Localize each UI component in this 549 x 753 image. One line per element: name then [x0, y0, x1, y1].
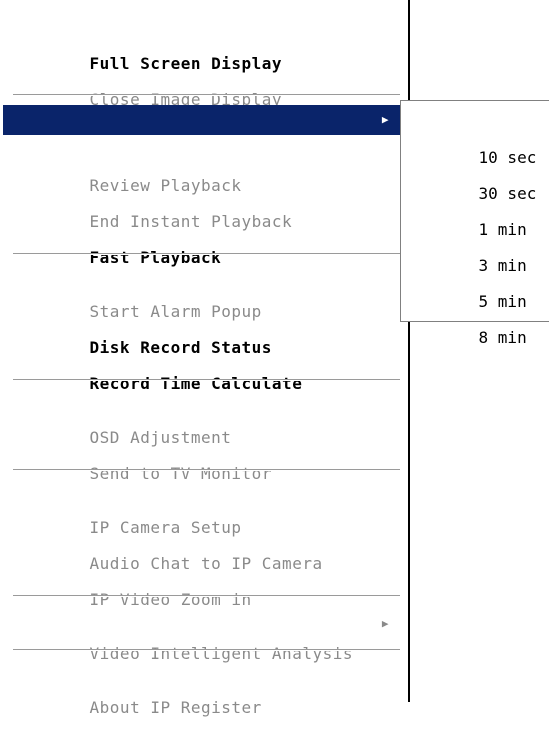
submenu-arrow-icon: ▶ — [381, 617, 389, 630]
menu-item-ip-camera-setup[interactable]: IP Camera Setup — [3, 483, 403, 537]
menu-item-ip-video-zoom-in[interactable]: IP Video Zoom in — [3, 555, 403, 609]
menu-item-fast-playback[interactable]: Fast Playback — [3, 213, 403, 267]
menu-item-label: Send to TV Monitor — [89, 464, 272, 483]
menu-item-label: IP Video Zoom in — [89, 590, 252, 609]
menu-item-disk-record-status[interactable]: Disk Record Status — [3, 303, 403, 357]
menu-separator — [13, 94, 400, 96]
menu-item-instant-playback[interactable]: Instant Playback ▶ — [3, 105, 403, 159]
submenu-item-10-sec[interactable]: 10 sec — [401, 104, 549, 167]
context-menu: Full Screen Display Close Image Display … — [0, 0, 410, 717]
submenu-item-8-min[interactable]: 8 min — [401, 284, 549, 347]
menu-separator — [13, 469, 400, 471]
menu-item-record-time-calculate[interactable]: Record Time Calculate — [3, 339, 403, 393]
menu-item-video-intelligent-analysis[interactable]: Video Intelligent Analysis ▶ — [3, 609, 403, 663]
submenu-item-3-min[interactable]: 3 min — [401, 212, 549, 275]
submenu-item-30-sec[interactable]: 30 sec — [401, 140, 549, 203]
menu-separator — [13, 649, 400, 651]
menu-item-send-to-tv-monitor[interactable]: Send to TV Monitor — [3, 429, 403, 483]
submenu-item-5-min[interactable]: 5 min — [401, 248, 549, 311]
menu-item-about-ip-register[interactable]: About IP Register — [3, 663, 403, 717]
menu-item-label: Record Time Calculate — [89, 374, 303, 393]
menu-item-full-screen-display[interactable]: Full Screen Display — [3, 19, 403, 73]
menu-item-review-playback[interactable]: Review Playback — [3, 141, 403, 195]
menu-item-osd-adjustment[interactable]: OSD Adjustment — [3, 393, 403, 447]
menu-item-end-instant-playback[interactable]: End Instant Playback — [3, 177, 403, 231]
menu-item-start-alarm-popup[interactable]: Start Alarm Popup — [3, 267, 403, 321]
menu-separator — [13, 379, 400, 381]
instant-playback-submenu: 10 sec 30 sec 1 min 3 min 5 min 8 min — [400, 100, 549, 347]
submenu-item-label: 8 min — [478, 328, 527, 347]
menu-item-label: Video Intelligent Analysis — [89, 644, 353, 663]
menu-item-close-image-display[interactable]: Close Image Display — [3, 55, 403, 109]
submenu-arrow-icon: ▶ — [381, 113, 389, 126]
submenu-item-1-min[interactable]: 1 min — [401, 176, 549, 239]
menu-item-audio-chat-to-ip-camera[interactable]: Audio Chat to IP Camera — [3, 519, 403, 573]
menu-separator — [13, 595, 400, 597]
menu-item-label: Fast Playback — [89, 248, 222, 267]
menu-item-label: About IP Register — [89, 698, 262, 717]
menu-separator — [13, 253, 400, 255]
